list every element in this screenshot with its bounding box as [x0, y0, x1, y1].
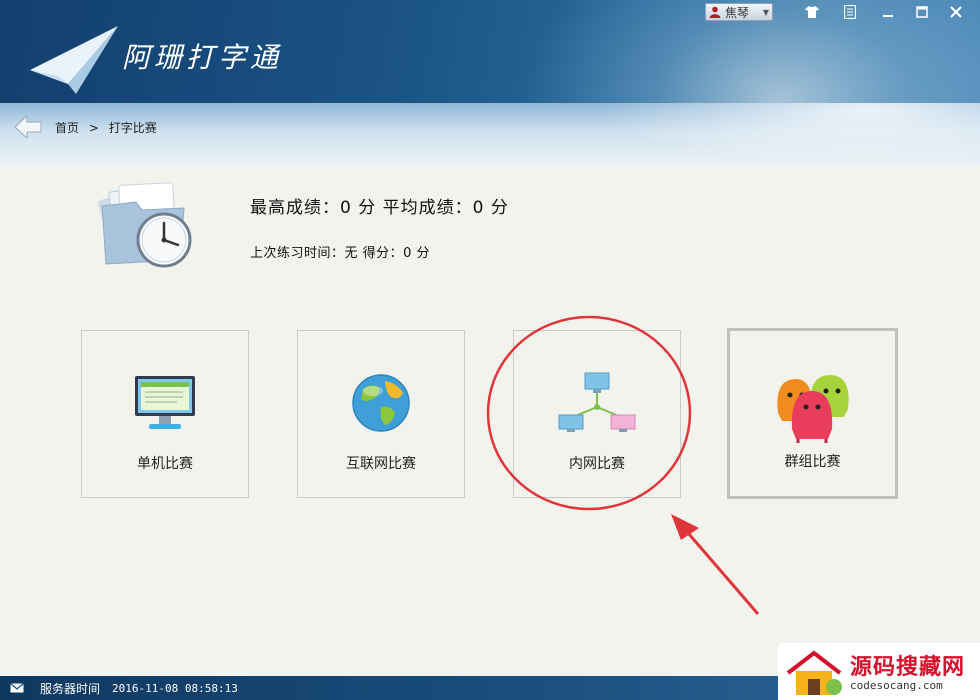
- breadcrumb-separator: >: [88, 121, 99, 135]
- annotation-arrow-head: [671, 514, 699, 540]
- mode-label: 单机比赛: [137, 456, 193, 472]
- server-time-label: 服务器时间: [40, 681, 101, 696]
- watermark-title: 源码搜藏网: [850, 655, 966, 680]
- mode-tile-internet[interactable]: 互联网比赛: [297, 330, 465, 498]
- minimize-icon: [883, 15, 893, 17]
- best-average-score: 最高成绩：0 分 平均成绩：0 分: [250, 198, 509, 218]
- app-title: 阿珊打字通: [122, 41, 283, 74]
- breadcrumb: 首页 > 打字比赛: [55, 119, 163, 136]
- maximize-button[interactable]: [912, 2, 932, 22]
- mail-icon[interactable]: [10, 683, 24, 693]
- globe-icon: [352, 374, 410, 432]
- close-button[interactable]: [946, 2, 966, 22]
- mode-tile-intranet[interactable]: 内网比赛: [513, 330, 681, 498]
- watermark-url: codesocang.com: [850, 679, 943, 692]
- monitor-icon: [135, 376, 195, 429]
- breadcrumb-home-link[interactable]: 首页: [55, 121, 79, 135]
- last-practice-info: 上次练习时间：无 得分：0 分: [250, 246, 431, 261]
- menu-button[interactable]: [840, 2, 860, 22]
- app-header: 阿珊打字通 焦琴 ▼: [0, 0, 980, 103]
- house-logo-icon: [786, 650, 842, 695]
- mode-label: 内网比赛: [569, 456, 625, 472]
- breadcrumb-current: 打字比赛: [108, 121, 157, 135]
- minimize-button[interactable]: [878, 2, 898, 22]
- folder-clock-icon: [98, 182, 192, 268]
- watermark: 源码搜藏网 codesocang.com: [778, 643, 980, 700]
- group-people-icon: [776, 375, 849, 443]
- maximize-icon: [916, 6, 928, 18]
- mode-label: 互联网比赛: [346, 456, 416, 472]
- paper-plane-logo-icon: [30, 26, 118, 94]
- back-arrow-icon[interactable]: [14, 114, 42, 140]
- document-icon: [844, 5, 856, 19]
- user-dropdown[interactable]: 焦琴 ▼: [705, 3, 773, 21]
- tshirt-icon: [805, 6, 819, 18]
- mode-label: 群组比赛: [784, 454, 841, 470]
- breadcrumb-decoration: [600, 103, 980, 167]
- user-icon: [709, 6, 721, 18]
- mode-tile-group[interactable]: 群组比赛: [727, 328, 898, 499]
- server-time-value: 2016-11-08 08:58:13: [112, 681, 238, 695]
- close-icon: [950, 6, 962, 18]
- mode-tile-standalone[interactable]: 单机比赛: [81, 330, 249, 498]
- username-label: 焦琴: [725, 5, 750, 20]
- network-icon: [558, 372, 636, 432]
- annotation-arrow-shaft: [680, 525, 760, 615]
- chevron-down-icon: ▼: [762, 7, 769, 17]
- skin-button[interactable]: [802, 2, 822, 22]
- breadcrumb-bar: 首页 > 打字比赛: [0, 103, 980, 167]
